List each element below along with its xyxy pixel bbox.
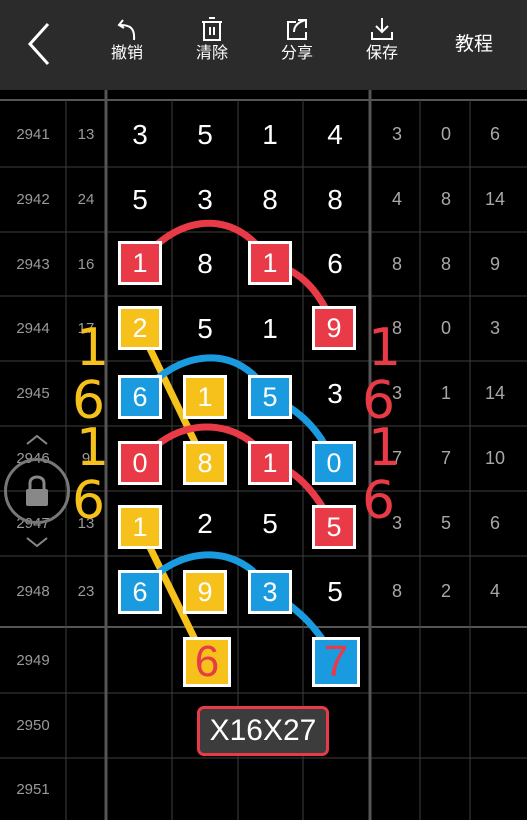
lock-button[interactable] bbox=[4, 458, 70, 524]
annotation-number: 1 bbox=[76, 318, 110, 378]
chevron-up-icon[interactable] bbox=[22, 432, 52, 448]
marked-cell[interactable]: 6 bbox=[118, 570, 162, 614]
marked-cell[interactable]: 2 bbox=[118, 306, 162, 350]
annotation-number: 1 bbox=[76, 418, 110, 478]
annotation-number: 6 bbox=[72, 471, 106, 531]
prediction-cell[interactable]: 6 bbox=[183, 637, 231, 687]
formula-badge: X16X27 bbox=[197, 706, 329, 756]
annotation-number: 1 bbox=[368, 418, 402, 478]
marked-cell[interactable]: 6 bbox=[118, 375, 162, 419]
marked-cell[interactable]: 1 bbox=[183, 375, 227, 419]
marked-cell[interactable]: 0 bbox=[312, 441, 356, 485]
lock-icon bbox=[26, 475, 48, 506]
annotation-number: 1 bbox=[368, 318, 402, 378]
annotation-number: 6 bbox=[362, 471, 396, 531]
marked-cell[interactable]: 3 bbox=[248, 570, 292, 614]
marked-cell[interactable]: 9 bbox=[312, 306, 356, 350]
chevron-down-icon[interactable] bbox=[22, 534, 52, 550]
marked-cell[interactable]: 5 bbox=[312, 505, 356, 549]
marked-cell[interactable]: 1 bbox=[248, 241, 292, 285]
prediction-cell[interactable]: 7 bbox=[312, 637, 360, 687]
marked-cell[interactable]: 1 bbox=[118, 241, 162, 285]
marked-cell[interactable]: 8 bbox=[183, 441, 227, 485]
marked-cell[interactable]: 1 bbox=[248, 441, 292, 485]
marked-cell[interactable]: 0 bbox=[118, 441, 162, 485]
marked-cell[interactable]: 5 bbox=[248, 375, 292, 419]
marked-cell[interactable]: 1 bbox=[118, 505, 162, 549]
marked-cell[interactable]: 9 bbox=[183, 570, 227, 614]
